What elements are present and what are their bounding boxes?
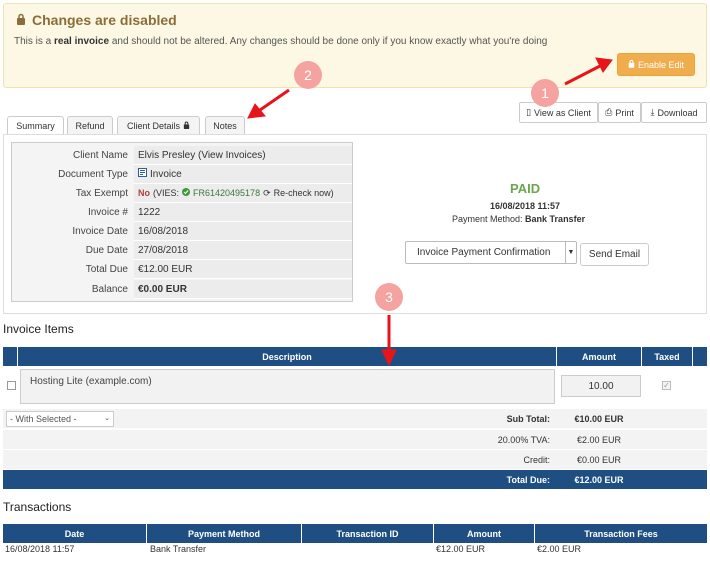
annotation-arrow-1 <box>564 57 613 86</box>
annotation-arrows <box>247 57 613 367</box>
annotation-arrow-3 <box>381 315 397 367</box>
annotation-arrow-2 <box>247 88 290 119</box>
